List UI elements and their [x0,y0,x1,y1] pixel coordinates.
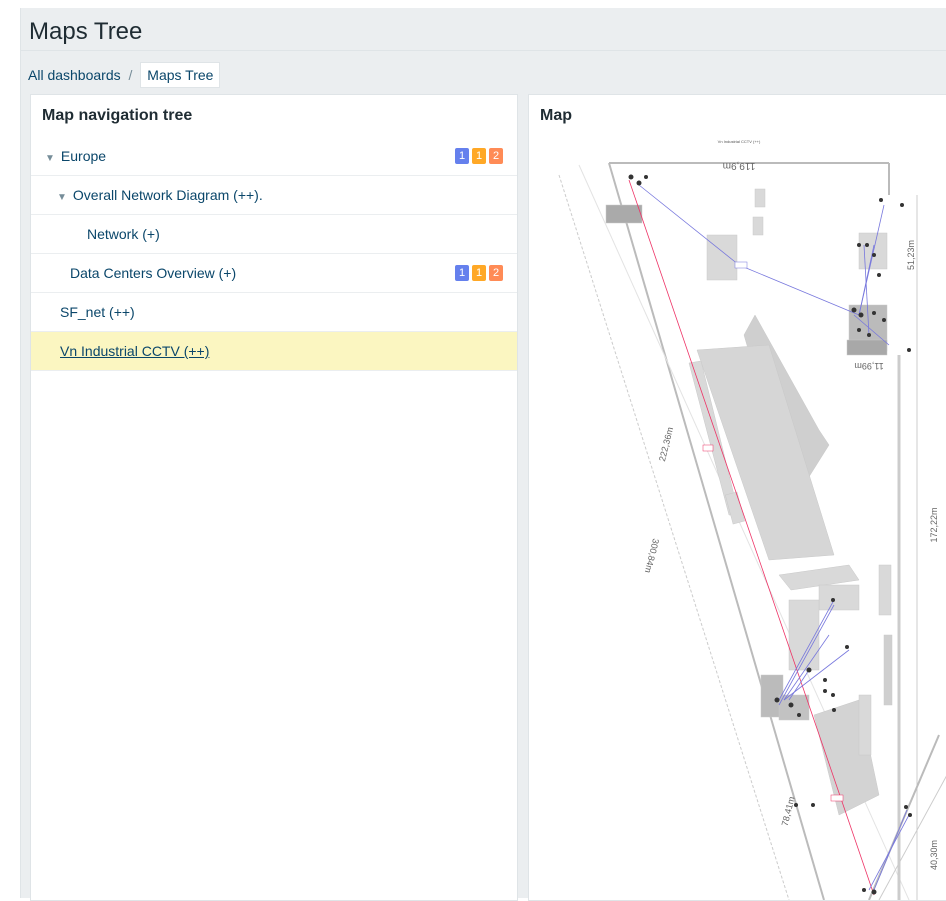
map-widget: Map Vn Industrial CCTV (++) 119,9m 51,23… [528,94,946,901]
problem-badges: 1 1 2 [455,148,503,164]
tree-item-label[interactable]: SF_net (++) [60,304,135,320]
badge-warning[interactable]: 1 [455,265,469,281]
tree-item-label[interactable]: Overall Network Diagram (++). [73,187,263,203]
badge-high[interactable]: 2 [489,148,503,164]
breadcrumb-all-dashboards[interactable]: All dashboards [28,67,121,83]
tree-item-label[interactable]: Europe [61,148,106,164]
measurement-right-lower: 172,22m [929,507,939,542]
map-navigation-tree-widget: Map navigation tree ▼ Europe 1 1 2 ▼ Overa… [30,94,518,901]
tree-item-label[interactable]: Data Centers Overview (+) [70,265,236,281]
link-label-box [830,794,844,802]
link-label-box [702,444,714,452]
tree-item-europe[interactable]: ▼ Europe 1 1 2 [31,137,517,176]
tree-item-overall-network-diagram[interactable]: ▼ Overall Network Diagram (++). [31,176,517,215]
map-link-red [628,179,875,896]
page-header: Maps Tree [21,8,946,51]
widget-title-tree: Map navigation tree [42,107,193,124]
map-title-text: Vn Industrial CCTV (++) [718,139,761,144]
dashboard-app: Maps Tree All dashboards / Maps Tree Map… [20,8,946,901]
tree-item-sf-net[interactable]: SF_net (++) [31,293,517,332]
problem-badges: 1 1 2 [455,265,503,281]
navigation-tree: ▼ Europe 1 1 2 ▼ Overall Network Diagram (… [31,137,517,371]
tree-item-vn-industrial-cctv[interactable]: Vn Industrial CCTV (++) [31,332,517,371]
map-canvas[interactable]: Vn Industrial CCTV (++) 119,9m 51,23m 11… [529,135,946,900]
measurement-bottom-right: 40,30m [929,840,939,870]
tree-item-label[interactable]: Network (+) [87,226,160,242]
measurement-bottom-left: 78,41m [780,795,797,827]
tree-item-network[interactable]: Network (+) [31,215,517,254]
link-label-box [734,261,748,269]
measurement-right-upper: 51,23m [906,240,916,270]
expand-arrow-icon[interactable]: ▼ [57,192,67,203]
badge-average[interactable]: 1 [472,148,486,164]
site-buildings [605,188,893,816]
measurement-left-outer: 300,84m [643,538,661,574]
breadcrumb-separator: / [128,67,133,83]
badge-warning[interactable]: 1 [455,148,469,164]
breadcrumb-current[interactable]: Maps Tree [140,62,221,88]
measurement-middle: 11,99m [854,361,883,371]
expand-arrow-icon[interactable]: ▼ [45,153,55,164]
breadcrumb: All dashboards / Maps Tree [28,62,221,88]
tree-item-data-centers-overview[interactable]: Data Centers Overview (+) 1 1 2 [31,254,517,293]
site-boundary [558,162,946,900]
badge-high[interactable]: 2 [489,265,503,281]
badge-average[interactable]: 1 [472,265,486,281]
widget-title-map: Map [540,107,572,124]
tree-item-label[interactable]: Vn Industrial CCTV (++) [60,343,209,359]
measurement-left-inner: 222,36m [657,426,675,462]
page-title: Maps Tree [29,18,143,45]
measurement-top: 119,9m [723,160,756,171]
